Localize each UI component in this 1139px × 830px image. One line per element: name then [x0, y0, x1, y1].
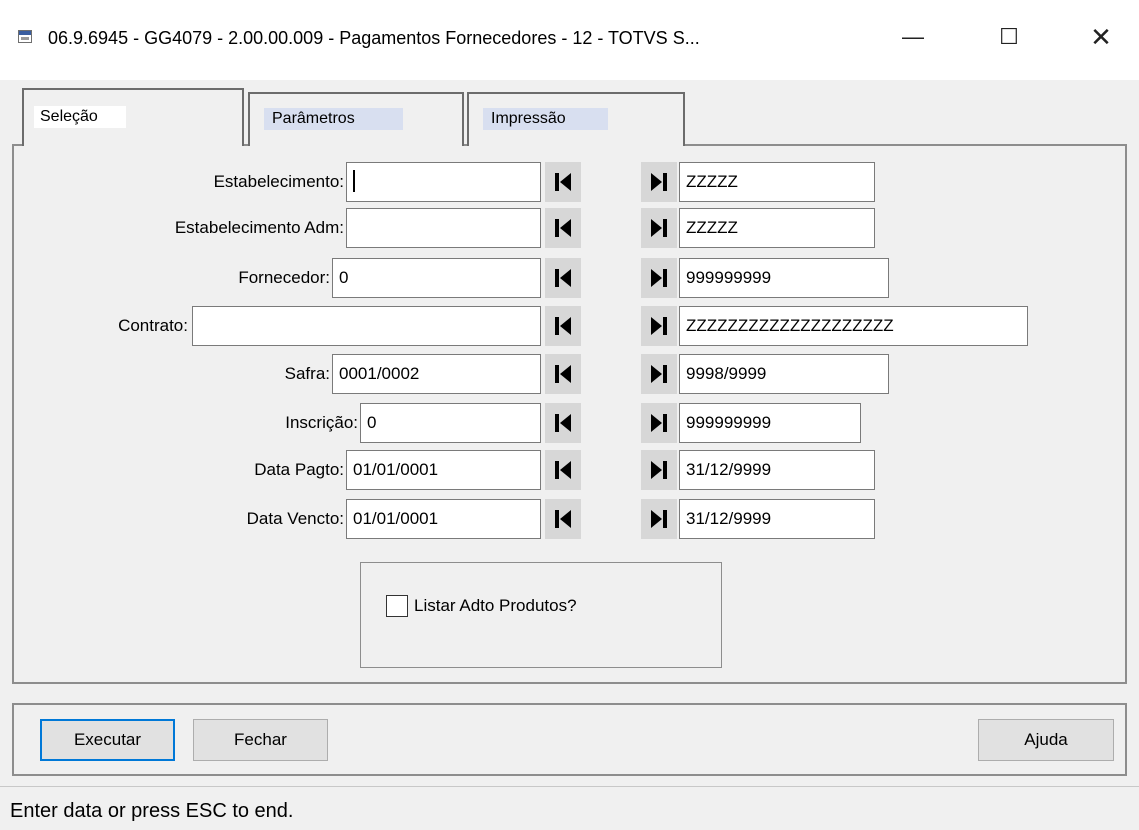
- safra-from-input[interactable]: 0001/0002: [332, 354, 541, 394]
- data-pagto-to-input[interactable]: 31/12/9999: [679, 450, 875, 490]
- last-record-icon[interactable]: [641, 499, 677, 539]
- last-record-icon[interactable]: [641, 403, 677, 443]
- safra-label: Safra:: [284, 364, 330, 383]
- tab-impressao-label: Impressão: [483, 108, 608, 130]
- last-record-icon[interactable]: [641, 306, 677, 346]
- fornecedor-from-input[interactable]: 0: [332, 258, 541, 298]
- tab-selecao[interactable]: Seleção: [22, 88, 244, 146]
- data-vencto-to-input[interactable]: 31/12/9999: [679, 499, 875, 539]
- safra-to-input[interactable]: 9998/9999: [679, 354, 889, 394]
- contrato-from-input[interactable]: [192, 306, 541, 346]
- last-record-icon[interactable]: [641, 208, 677, 248]
- tab-parametros-label: Parâmetros: [264, 108, 403, 130]
- data-vencto-from-input[interactable]: 01/01/0001: [346, 499, 541, 539]
- inscricao-label: Inscrição:: [285, 413, 358, 432]
- last-record-icon[interactable]: [641, 162, 677, 202]
- listar-adto-produtos-checkbox[interactable]: [386, 595, 408, 617]
- fechar-button[interactable]: Fechar: [193, 719, 328, 761]
- close-button[interactable]: ✕: [1078, 14, 1124, 60]
- estabelecimento-to-input[interactable]: ZZZZZ: [679, 162, 875, 202]
- last-record-icon[interactable]: [641, 354, 677, 394]
- first-record-icon[interactable]: [545, 450, 581, 490]
- data-vencto-label: Data Vencto:: [246, 509, 344, 528]
- estabelecimento-adm-label: Estabelecimento Adm:: [174, 218, 344, 237]
- maximize-button[interactable]: ☐: [986, 14, 1032, 60]
- text-cursor: [353, 170, 355, 193]
- estabelecimento-label: Estabelecimento:: [213, 172, 344, 191]
- first-record-icon[interactable]: [545, 354, 581, 394]
- contrato-to-input[interactable]: ZZZZZZZZZZZZZZZZZZZZ: [679, 306, 1028, 346]
- minimize-button[interactable]: —: [890, 14, 936, 60]
- listar-adto-produtos-label[interactable]: Listar Adto Produtos?: [414, 594, 577, 618]
- first-record-icon[interactable]: [545, 403, 581, 443]
- tab-parametros[interactable]: Parâmetros: [248, 92, 464, 146]
- executar-button[interactable]: Executar: [40, 719, 175, 761]
- ajuda-button[interactable]: Ajuda: [978, 719, 1114, 761]
- estabelecimento-adm-to-input[interactable]: ZZZZZ: [679, 208, 875, 248]
- estabelecimento-adm-from-input[interactable]: [346, 208, 541, 248]
- window-title: 06.9.6945 - GG4079 - 2.00.00.009 - Pagam…: [48, 28, 700, 48]
- estabelecimento-from-input[interactable]: [346, 162, 541, 202]
- last-record-icon[interactable]: [641, 258, 677, 298]
- first-record-icon[interactable]: [545, 306, 581, 346]
- button-bar: [12, 703, 1127, 776]
- data-pagto-from-input[interactable]: 01/01/0001: [346, 450, 541, 490]
- first-record-icon[interactable]: [545, 258, 581, 298]
- fornecedor-to-input[interactable]: 999999999: [679, 258, 889, 298]
- contrato-label: Contrato:: [118, 316, 188, 335]
- inscricao-from-input[interactable]: 0: [360, 403, 541, 443]
- status-message: Enter data or press ESC to end.: [10, 800, 294, 822]
- data-pagto-label: Data Pagto:: [254, 460, 344, 479]
- first-record-icon[interactable]: [545, 499, 581, 539]
- first-record-icon[interactable]: [545, 162, 581, 202]
- fornecedor-label: Fornecedor:: [238, 268, 330, 287]
- tab-selecao-label: Seleção: [34, 106, 126, 128]
- inscricao-to-input[interactable]: 999999999: [679, 403, 861, 443]
- tab-impressao[interactable]: Impressão: [467, 92, 685, 146]
- last-record-icon[interactable]: [641, 450, 677, 490]
- app-icon: [18, 30, 32, 43]
- first-record-icon[interactable]: [545, 208, 581, 248]
